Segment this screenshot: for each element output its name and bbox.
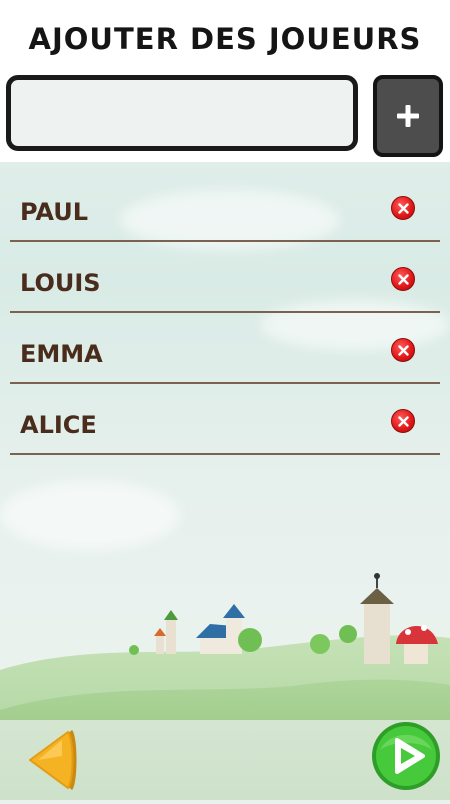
play-icon	[372, 722, 440, 790]
header-panel: AJOUTER DES JOUEURS	[0, 0, 450, 162]
player-name-input[interactable]	[6, 75, 358, 151]
remove-player-button[interactable]	[391, 409, 415, 433]
player-row: PAUL	[10, 172, 440, 242]
page-title: AJOUTER DES JOUEURS	[28, 22, 422, 56]
remove-player-button[interactable]	[391, 267, 415, 291]
player-list: PAUL LOUIS EMMA ALICE	[10, 172, 440, 456]
close-icon	[397, 415, 409, 427]
close-icon	[397, 202, 409, 214]
play-button[interactable]	[370, 720, 442, 792]
player-row: EMMA	[10, 314, 440, 384]
player-row: ALICE	[10, 385, 440, 455]
remove-player-button[interactable]	[391, 196, 415, 220]
close-icon	[397, 273, 409, 285]
player-name: LOUIS	[20, 269, 101, 297]
remove-player-button[interactable]	[391, 338, 415, 362]
plus-icon	[397, 105, 419, 127]
player-name: EMMA	[20, 340, 103, 368]
close-icon	[397, 344, 409, 356]
add-player-button[interactable]	[373, 75, 443, 157]
player-row: LOUIS	[10, 243, 440, 313]
cloud-decoration	[0, 480, 180, 550]
arrow-left-icon	[29, 730, 77, 790]
player-name: PAUL	[20, 198, 89, 226]
player-name: ALICE	[20, 411, 97, 439]
back-button[interactable]	[22, 726, 78, 794]
